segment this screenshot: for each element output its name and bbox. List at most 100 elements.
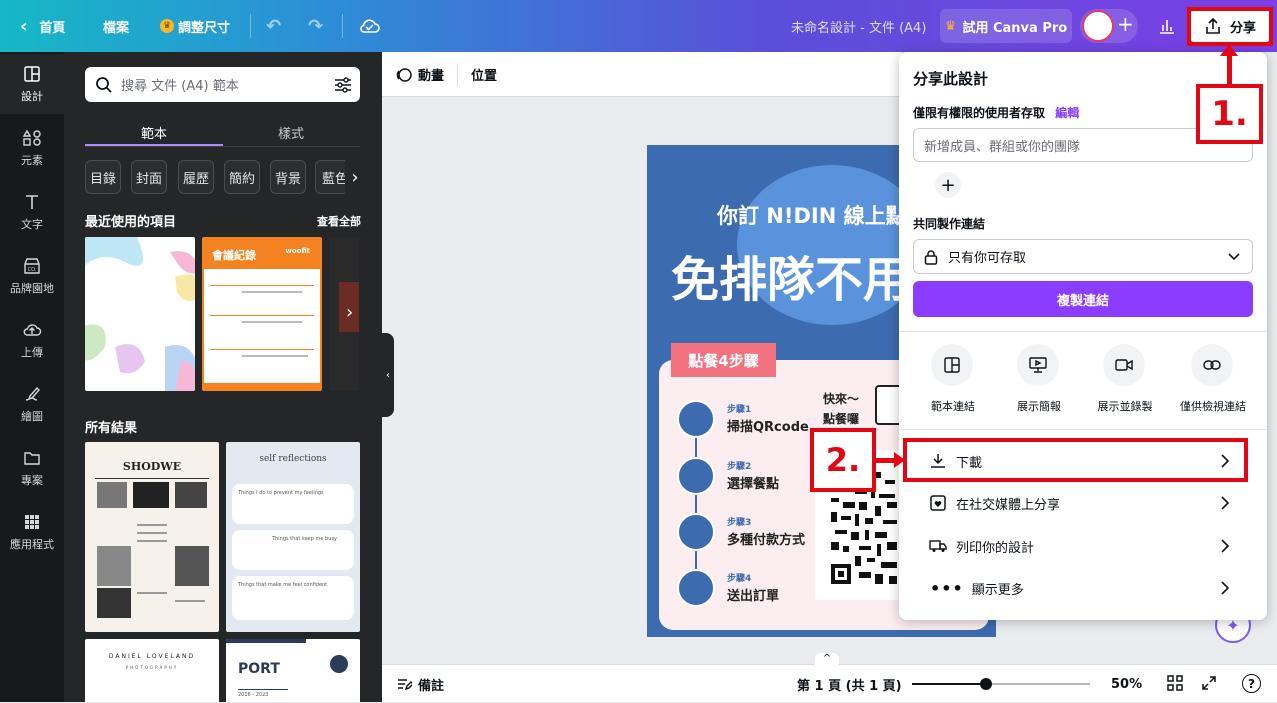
document-title[interactable]: 未命名設計 - 文件 (A4) bbox=[791, 0, 926, 52]
recent-thumb-dark[interactable] bbox=[329, 237, 359, 391]
filter-icon[interactable] bbox=[334, 76, 352, 93]
chevron-right-icon[interactable]: › bbox=[346, 302, 353, 323]
collaborators[interactable]: + bbox=[1080, 9, 1138, 43]
chevron-right-icon bbox=[1221, 496, 1229, 510]
fullscreen-icon[interactable] bbox=[1201, 675, 1217, 691]
recent-title: 最近使用的項目 bbox=[85, 215, 177, 230]
chip-background[interactable]: 背景 bbox=[270, 160, 306, 194]
see-all-link[interactable]: 查看全部 bbox=[317, 213, 361, 229]
result-thumb-self-reflections[interactable]: self reflections Things I do to prevent … bbox=[226, 442, 360, 632]
recent-thumb-blobs[interactable] bbox=[85, 237, 195, 391]
zoom-slider[interactable] bbox=[912, 678, 1090, 690]
access-select[interactable]: 只有你可存取 bbox=[913, 239, 1253, 274]
zoom-level[interactable]: 50% bbox=[1111, 665, 1142, 703]
brand-icon: CO. bbox=[24, 258, 40, 274]
present-icon bbox=[1017, 344, 1059, 386]
camera-icon bbox=[1103, 344, 1145, 386]
truck-icon bbox=[929, 540, 947, 552]
tab-templates[interactable]: 範本 bbox=[85, 118, 223, 146]
step-1: 步驟1 掃描QRcode bbox=[677, 400, 827, 440]
help-icon[interactable]: ? bbox=[1242, 674, 1261, 693]
checklist-icon bbox=[677, 569, 715, 607]
annotation-box-download bbox=[903, 438, 1248, 482]
zoom-slider-thumb[interactable] bbox=[980, 678, 992, 690]
quick-view-only-link[interactable]: 僅供檢視連結 bbox=[1171, 344, 1255, 414]
show-more-row[interactable]: ••• 顯示更多 bbox=[899, 567, 1267, 609]
step-2: 步驟2 選擇餐點 bbox=[677, 457, 827, 497]
link-icon bbox=[1191, 344, 1233, 386]
rail-item-draw[interactable]: 繪圖 bbox=[0, 374, 64, 434]
apps-icon bbox=[25, 515, 39, 529]
step-4: 步驟4 送出訂單 bbox=[677, 569, 827, 609]
quick-template-link[interactable]: 範本連結 bbox=[913, 344, 993, 414]
collab-label: 共同製作連結 bbox=[913, 217, 986, 231]
result-thumb-daniel[interactable]: DANIEL LOVELAND PHOTOGRAPHY bbox=[85, 639, 219, 702]
social-share-row[interactable]: 在社交媒體上分享 bbox=[899, 482, 1267, 524]
annotation-box-share bbox=[1187, 7, 1273, 46]
rail-item-text[interactable]: 文字 bbox=[0, 182, 64, 242]
annotation-arrow-right bbox=[876, 458, 896, 463]
position-button[interactable]: 位置 bbox=[471, 52, 497, 97]
home-button[interactable]: ‹ 首頁 bbox=[20, 0, 65, 52]
search-input[interactable]: 搜尋 文件 (A4) 範本 bbox=[121, 75, 334, 94]
chip-toc[interactable]: 目錄 bbox=[85, 160, 121, 194]
chevron-down-icon bbox=[1228, 252, 1240, 260]
chevron-right-icon[interactable]: › bbox=[345, 160, 365, 194]
rail-item-upload[interactable]: 上傳 bbox=[0, 310, 64, 370]
chip-cover[interactable]: 封面 bbox=[131, 160, 167, 194]
copy-link-button[interactable]: 複製連結 bbox=[913, 281, 1253, 317]
phone-icon bbox=[677, 457, 715, 495]
upload-icon bbox=[23, 324, 42, 336]
chip-minimal[interactable]: 簡約 bbox=[224, 160, 260, 194]
rail-item-elements[interactable]: 元素 bbox=[0, 118, 64, 178]
file-menu[interactable]: 檔案 bbox=[103, 0, 129, 52]
page-indicator[interactable]: 第 1 頁 (共 1 頁) bbox=[797, 665, 902, 703]
folder-icon bbox=[24, 452, 40, 465]
chevron-left-icon: ‹ bbox=[20, 15, 28, 37]
search-box[interactable]: 搜尋 文件 (A4) 範本 bbox=[85, 67, 360, 102]
resize-button[interactable]: ♛ 調整尺寸 bbox=[160, 0, 230, 52]
result-thumb-shodwe[interactable]: SHODWE bbox=[85, 442, 219, 632]
rail-item-projects[interactable]: 專案 bbox=[0, 438, 64, 498]
annotation-step2: 2. bbox=[810, 428, 876, 492]
annotation-step1: 1. bbox=[1196, 84, 1263, 144]
animate-button[interactable]: 動畫 bbox=[396, 52, 444, 97]
quick-present-record[interactable]: 展示並錄製 bbox=[1085, 344, 1165, 414]
recent-thumb-meeting[interactable]: 會議紀錄 woofit bbox=[202, 237, 322, 391]
result-thumb-port[interactable]: PORT 2016 - 2023 bbox=[226, 639, 360, 702]
edit-access-link[interactable]: 編輯 bbox=[1055, 106, 1079, 120]
zoom-slider-fill bbox=[912, 683, 986, 685]
avatar[interactable] bbox=[1082, 10, 1114, 42]
grid-view-icon[interactable] bbox=[1167, 675, 1183, 691]
rail-item-apps[interactable]: 應用程式 bbox=[0, 502, 64, 562]
quick-present[interactable]: 展示簡報 bbox=[999, 344, 1079, 414]
animate-icon bbox=[396, 67, 412, 82]
plus-icon[interactable]: + bbox=[1117, 12, 1134, 36]
insights-icon[interactable] bbox=[1150, 9, 1184, 43]
rail-item-design[interactable]: 設計 bbox=[0, 54, 64, 114]
collapse-panel-handle[interactable]: ‹ bbox=[382, 333, 394, 417]
notes-icon bbox=[398, 679, 412, 691]
lock-icon bbox=[924, 249, 938, 265]
payment-icon bbox=[677, 513, 715, 551]
undo-icon[interactable]: ↶ bbox=[266, 0, 281, 52]
crown-icon: ♛ bbox=[160, 19, 174, 33]
annotation-arrowhead-up bbox=[1220, 44, 1238, 56]
redo-icon[interactable]: ↷ bbox=[308, 0, 323, 52]
cloud-saved-icon[interactable] bbox=[358, 0, 380, 52]
rail-item-brand[interactable]: CO. 品牌園地 bbox=[0, 246, 64, 306]
print-row[interactable]: 列印你的設計 bbox=[899, 525, 1267, 567]
step-3: 步驟3 多種付款方式 bbox=[677, 513, 827, 553]
all-results-title: 所有結果 bbox=[85, 421, 138, 436]
try-pro-button[interactable]: ♛ 試用 Canva Pro bbox=[940, 9, 1072, 43]
chip-resume[interactable]: 履歷 bbox=[178, 160, 214, 194]
context-toolbar: 動畫 位置 bbox=[382, 52, 902, 97]
heart-icon bbox=[930, 495, 946, 511]
poster-line1: 你訂 N!DIN 線上點 bbox=[717, 204, 907, 228]
notes-button[interactable]: 備註 bbox=[396, 665, 444, 703]
tab-styles[interactable]: 樣式 bbox=[222, 118, 360, 146]
chevron-right-icon bbox=[1221, 581, 1229, 595]
crown-icon: ♛ bbox=[944, 18, 957, 34]
add-member-icon[interactable]: + bbox=[935, 172, 961, 198]
layout-icon bbox=[24, 66, 40, 82]
